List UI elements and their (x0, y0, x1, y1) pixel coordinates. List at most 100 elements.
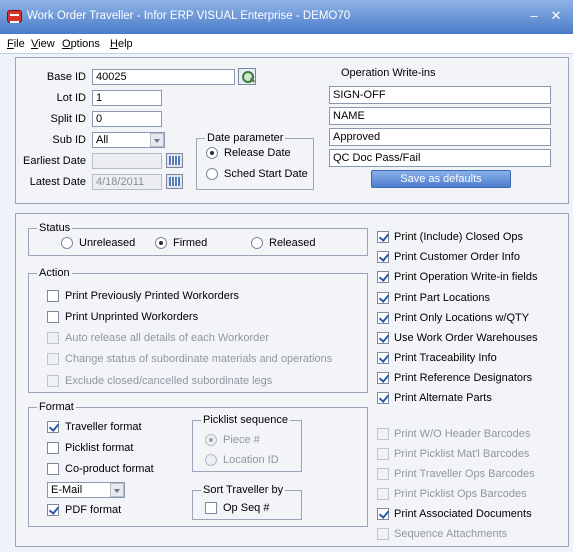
lot-id-input[interactable]: 1 (92, 90, 162, 106)
write-ins-group: Operation Write-ins SIGN-OFF NAME Approv… (329, 67, 554, 188)
print-traceability-checkbox[interactable] (377, 352, 389, 364)
chevron-down-icon[interactable] (150, 133, 164, 147)
print-only-locations-checkbox[interactable] (377, 312, 389, 324)
write-in-field-3[interactable]: Approved (329, 128, 551, 146)
options-panel: Status Unreleased Firmed Released Action… (15, 213, 569, 547)
sort-traveller-group: Sort Traveller by Op Seq # (192, 484, 302, 520)
menu-help[interactable]: Help (110, 38, 133, 50)
print-previously-printed-checkbox[interactable] (47, 290, 59, 302)
change-status-label: Change status of subordinate materials a… (65, 353, 333, 365)
piece-number-radio[interactable] (205, 434, 217, 446)
print-closed-ops-checkbox[interactable] (377, 231, 389, 243)
sequence-attachments-label: Sequence Attachments (394, 528, 508, 540)
menu-options[interactable]: Options (62, 38, 100, 50)
print-picklist-matl-barcodes-label: Print Picklist Mat'l Barcodes (394, 448, 530, 460)
exclude-closed-label: Exclude closed/cancelled subordinate leg… (65, 375, 273, 387)
print-picklist-ops-barcodes-label: Print Picklist Ops Barcodes (394, 488, 527, 500)
op-seq-checkbox[interactable] (205, 502, 217, 514)
picklist-format-checkbox[interactable] (47, 442, 59, 454)
traveller-format-label: Traveller format (65, 421, 142, 433)
print-write-in-fields-label: Print Operation Write-in fields (394, 271, 538, 283)
co-product-format-label: Co-product format (65, 463, 154, 475)
calendar-icon[interactable] (166, 174, 183, 189)
release-date-radio[interactable] (206, 147, 218, 159)
search-icon[interactable] (238, 68, 256, 85)
save-defaults-button[interactable]: Save as defaults (371, 170, 511, 188)
print-part-locations-label: Print Part Locations (394, 292, 490, 304)
released-radio[interactable] (251, 237, 263, 249)
base-id-label: Base ID (46, 71, 86, 83)
date-parameter-group: Date parameter Release Date Sched Start … (196, 132, 314, 190)
print-part-locations-checkbox[interactable] (377, 292, 389, 304)
print-traveller-ops-barcodes-label: Print Traveller Ops Barcodes (394, 468, 535, 480)
print-associated-documents-checkbox[interactable] (377, 508, 389, 520)
print-associated-documents-label: Print Associated Documents (394, 508, 532, 520)
menu-view[interactable]: View (31, 38, 55, 50)
location-id-radio[interactable] (205, 454, 217, 466)
split-id-input[interactable]: 0 (92, 111, 162, 127)
print-reference-designators-checkbox[interactable] (377, 372, 389, 384)
date-parameter-title: Date parameter (205, 132, 286, 144)
firmed-radio[interactable] (155, 237, 167, 249)
print-write-in-fields-checkbox[interactable] (377, 271, 389, 283)
calendar-icon[interactable] (166, 153, 183, 168)
print-previously-printed-label: Print Previously Printed Workorders (65, 290, 240, 302)
sched-start-date-label: Sched Start Date (224, 168, 308, 180)
released-label: Released (269, 237, 316, 249)
latest-date-label: Latest Date (29, 176, 86, 188)
change-status-checkbox[interactable] (47, 353, 59, 365)
print-picklist-ops-barcodes-checkbox[interactable] (377, 488, 389, 500)
use-wo-warehouses-label: Use Work Order Warehouses (394, 332, 538, 344)
status-group: Status Unreleased Firmed Released (28, 222, 368, 256)
earliest-date-label: Earliest Date (23, 155, 86, 167)
unreleased-radio[interactable] (61, 237, 73, 249)
title-bar: Work Order Traveller - Infor ERP VISUAL … (0, 0, 573, 34)
print-traveller-ops-barcodes-checkbox[interactable] (377, 468, 389, 480)
print-customer-order-label: Print Customer Order Info (394, 251, 520, 263)
pdf-format-label: PDF format (65, 504, 122, 516)
location-id-label: Location ID (223, 454, 279, 466)
action-title: Action (37, 267, 72, 279)
close-icon[interactable]: ✕ (548, 8, 564, 24)
pdf-format-checkbox[interactable] (47, 504, 59, 516)
print-unprinted-checkbox[interactable] (47, 311, 59, 323)
print-alternate-parts-checkbox[interactable] (377, 392, 389, 404)
menu-file[interactable]: File (7, 38, 25, 50)
exclude-closed-checkbox[interactable] (47, 375, 59, 387)
traveller-format-checkbox[interactable] (47, 421, 59, 433)
status-title: Status (37, 222, 73, 234)
format-title: Format (37, 401, 76, 413)
print-unprinted-label: Print Unprinted Workorders (65, 311, 199, 323)
piece-number-label: Piece # (223, 434, 260, 446)
sub-id-label: Sub ID (52, 134, 86, 146)
picklist-sequence-title: Picklist sequence (201, 414, 290, 426)
write-in-field-2[interactable]: NAME (329, 107, 551, 125)
earliest-date-input[interactable] (92, 153, 162, 169)
latest-date-input[interactable]: 4/18/2011 (92, 174, 162, 190)
write-in-field-4[interactable]: QC Doc Pass/Fail (329, 149, 551, 167)
print-wo-header-barcodes-checkbox[interactable] (377, 428, 389, 440)
minimize-icon[interactable]: – (526, 8, 542, 24)
release-date-label: Release Date (224, 147, 291, 159)
action-group: Action Print Previously Printed Workorde… (28, 267, 368, 393)
print-picklist-matl-barcodes-checkbox[interactable] (377, 448, 389, 460)
op-seq-label: Op Seq # (223, 502, 270, 514)
print-wo-header-barcodes-label: Print W/O Header Barcodes (394, 428, 531, 440)
sort-traveller-title: Sort Traveller by (201, 484, 286, 496)
print-customer-order-checkbox[interactable] (377, 251, 389, 263)
auto-release-checkbox[interactable] (47, 332, 59, 344)
print-only-locations-label: Print Only Locations w/QTY (394, 312, 530, 324)
write-in-field-1[interactable]: SIGN-OFF (329, 86, 551, 104)
sched-start-date-radio[interactable] (206, 168, 218, 180)
app-icon (7, 10, 22, 23)
use-wo-warehouses-checkbox[interactable] (377, 332, 389, 344)
print-closed-ops-label: Print (Include) Closed Ops (394, 231, 523, 243)
co-product-format-checkbox[interactable] (47, 463, 59, 475)
write-ins-title: Operation Write-ins (339, 67, 438, 79)
picklist-format-label: Picklist format (65, 442, 134, 454)
chevron-down-icon[interactable] (110, 483, 124, 497)
menu-bar: File View Options Help (0, 34, 573, 54)
sequence-attachments-checkbox[interactable] (377, 528, 389, 540)
base-id-input[interactable]: 40025 (92, 69, 235, 85)
auto-release-label: Auto release all details of each Workord… (65, 332, 270, 344)
